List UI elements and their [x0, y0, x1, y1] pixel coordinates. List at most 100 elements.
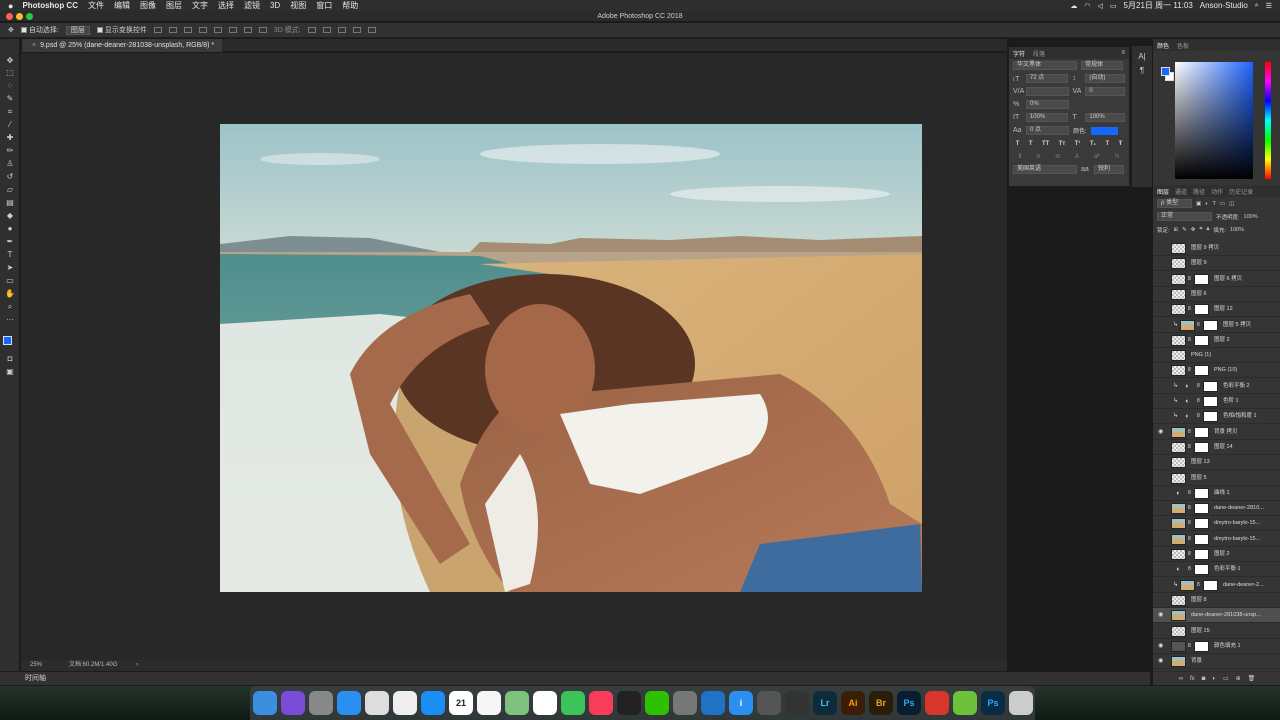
final-cut-icon[interactable]	[785, 691, 809, 715]
leading-field[interactable]: (自动)	[1085, 74, 1125, 83]
swash-icon[interactable]: ơ	[1036, 154, 1040, 160]
layer-row[interactable]: 图层 5	[1153, 471, 1280, 486]
filter-type-icon[interactable]: T	[1213, 201, 1216, 207]
layer-thumbnail[interactable]	[1171, 472, 1186, 484]
layer-mask-thumbnail[interactable]	[1203, 319, 1218, 331]
edge-icon[interactable]	[701, 691, 725, 715]
visibility-eye-icon[interactable]	[1158, 475, 1165, 481]
layer-row[interactable]: 8 图层 14	[1153, 440, 1280, 455]
mask-link-icon[interactable]: 8	[1188, 440, 1191, 455]
list-icon[interactable]: ☰	[1266, 2, 1272, 10]
layer-thumbnail[interactable]	[1171, 273, 1186, 285]
lock-transparent-icon[interactable]: ⊞	[1174, 227, 1179, 233]
screen-mode-icon[interactable]: ▣	[4, 367, 16, 377]
visibility-eye-icon[interactable]	[1158, 413, 1165, 419]
music-icon[interactable]	[589, 691, 613, 715]
layer-mask-thumbnail[interactable]	[1194, 564, 1209, 576]
layer-filter-dropdown[interactable]: ρ 类型	[1157, 199, 1192, 208]
layer-row[interactable]: ◉ dane-deaner-281038-unsp...	[1153, 608, 1280, 624]
visibility-eye-icon[interactable]	[1158, 505, 1165, 511]
tracking-field[interactable]: 0	[1085, 87, 1125, 96]
vertical-scale-field[interactable]: 100%	[1025, 113, 1069, 122]
ligature-icon[interactable]: fi	[1018, 154, 1021, 160]
mask-link-icon[interactable]: 8	[1188, 425, 1191, 440]
psd-file-icon[interactable]: Ps	[981, 691, 1005, 715]
visibility-eye-icon[interactable]	[1158, 337, 1165, 343]
tab-swatches[interactable]: 色板	[1177, 41, 1189, 50]
visibility-eye-icon[interactable]: ◉	[1158, 658, 1165, 664]
superscript-icon[interactable]: T¹	[1075, 141, 1081, 147]
tab-channels[interactable]: 通道	[1175, 187, 1187, 196]
layer-row[interactable]: ↳ 8 dane-deaner-2...	[1153, 578, 1280, 593]
layer-thumbnail[interactable]	[1171, 365, 1186, 377]
preview-icon[interactable]	[393, 691, 417, 715]
menu-edit[interactable]: 编辑	[114, 0, 130, 11]
strikethrough-icon[interactable]: Ŧ	[1119, 141, 1123, 147]
adjustment-layer-icon[interactable]: ◐	[1212, 676, 1216, 682]
layer-row[interactable]: ↳ ◐ 8 色阶 1	[1153, 394, 1280, 409]
photoshop-icon[interactable]: Ps	[897, 691, 921, 715]
cloud-icon[interactable]: ☁	[1070, 2, 1077, 10]
layer-mask-thumbnail[interactable]	[1203, 411, 1218, 423]
layer-thumbnail[interactable]	[1171, 549, 1186, 560]
info-icon[interactable]: i	[729, 691, 753, 715]
new-group-icon[interactable]: ▭	[1223, 675, 1229, 682]
app-menu[interactable]: Photoshop CC	[22, 1, 78, 10]
all-caps-icon[interactable]: TT	[1042, 141, 1049, 147]
layer-row[interactable]: 图层 8	[1153, 593, 1280, 608]
layer-mask-thumbnail[interactable]	[1194, 304, 1209, 316]
visibility-eye-icon[interactable]	[1158, 245, 1165, 251]
layer-thumbnail[interactable]	[1171, 610, 1186, 622]
volume-icon[interactable]: ◁	[1098, 2, 1103, 10]
eraser-tool-icon[interactable]: ▱	[4, 185, 16, 195]
mask-link-icon[interactable]: 8	[1188, 639, 1191, 654]
utility-icon[interactable]	[953, 691, 977, 715]
layer-row[interactable]: 8 图层 6 拷贝	[1153, 272, 1280, 287]
new-layer-icon[interactable]: ⊕	[1236, 675, 1241, 682]
fill-field[interactable]: 100%	[1230, 227, 1244, 233]
color-picker-field[interactable]	[1175, 62, 1253, 179]
visibility-eye-icon[interactable]	[1158, 490, 1165, 496]
foreground-color-swatch[interactable]	[3, 336, 12, 345]
user-name[interactable]: Anson-Studio	[1200, 1, 1248, 10]
visibility-eye-icon[interactable]	[1158, 536, 1165, 542]
mask-link-icon[interactable]: 8	[1188, 516, 1191, 531]
distribute-h-icon[interactable]	[258, 27, 267, 33]
mask-link-icon[interactable]: 8	[1188, 333, 1191, 348]
close-tab-icon[interactable]: ×	[32, 42, 36, 49]
link-layers-icon[interactable]: ∞	[1179, 676, 1183, 682]
bridge-icon[interactable]: Br	[869, 691, 893, 715]
wifi-icon[interactable]: ◠	[1084, 2, 1090, 10]
layer-row[interactable]: 图层 9	[1153, 256, 1280, 272]
kerning-field[interactable]	[1026, 87, 1069, 96]
visibility-eye-icon[interactable]: ◉	[1158, 612, 1165, 618]
delete-layer-icon[interactable]: 🗑︎	[1248, 675, 1256, 682]
siri-icon[interactable]	[281, 691, 305, 715]
lock-pixels-icon[interactable]: ✎	[1182, 227, 1187, 233]
text-color-swatch[interactable]	[1090, 126, 1118, 135]
clock[interactable]: 5月21日 周一 11:03	[1124, 0, 1193, 11]
system-prefs-icon[interactable]	[673, 691, 697, 715]
menu-help[interactable]: 帮助	[342, 0, 358, 11]
photos-icon[interactable]	[533, 691, 557, 715]
more-tools-icon[interactable]: ···	[4, 315, 16, 325]
app-store-icon[interactable]	[421, 691, 445, 715]
align-middle-icon[interactable]	[168, 27, 177, 33]
hand-tool-icon[interactable]: ✋	[4, 289, 16, 299]
zoom-level[interactable]: 25%	[30, 660, 42, 671]
wechat-icon[interactable]	[645, 691, 669, 715]
add-mask-icon[interactable]: ◙	[1202, 676, 1206, 682]
maps-icon[interactable]	[505, 691, 529, 715]
layer-thumbnail[interactable]: ◐	[1180, 411, 1195, 422]
visibility-eye-icon[interactable]	[1158, 306, 1165, 312]
dodge-tool-icon[interactable]: ●	[4, 224, 16, 234]
menu-filter[interactable]: 滤镜	[244, 0, 260, 11]
visibility-eye-icon[interactable]	[1158, 459, 1165, 465]
layer-thumbnail[interactable]	[1171, 350, 1186, 362]
close-window-icon[interactable]	[6, 13, 13, 20]
layer-mask-thumbnail[interactable]	[1194, 334, 1209, 346]
layer-mask-thumbnail[interactable]	[1194, 518, 1209, 530]
layer-row[interactable]: 8 dmytro-barylo-15...	[1153, 516, 1280, 532]
faux-italic-icon[interactable]: T	[1029, 141, 1033, 147]
quick-select-tool-icon[interactable]: ✎	[4, 94, 16, 104]
